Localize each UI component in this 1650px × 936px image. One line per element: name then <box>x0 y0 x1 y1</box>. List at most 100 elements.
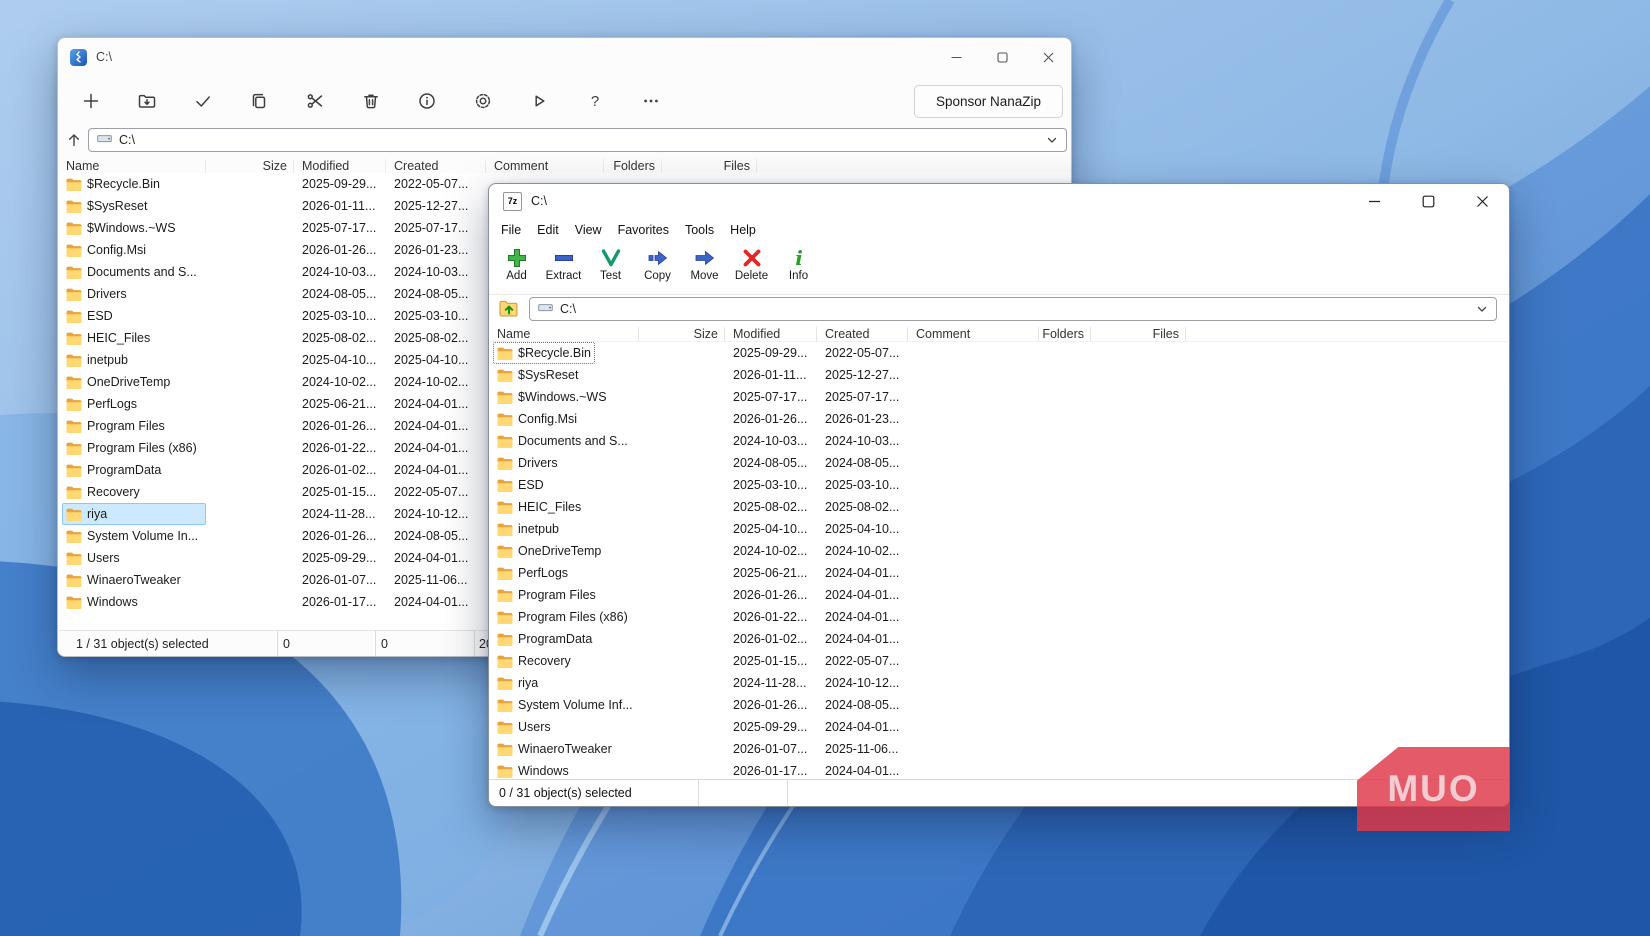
column-header-folders[interactable]: Folders <box>604 159 662 173</box>
info-button[interactable]: i Info <box>775 244 822 284</box>
file-row[interactable]: PerfLogs 2025-06-21... 2024-04-01... <box>489 562 1509 584</box>
column-header-modified[interactable]: Modified <box>294 159 386 173</box>
chevron-down-icon[interactable] <box>1046 134 1058 146</box>
folder-icon <box>66 596 82 609</box>
extract-minus-icon <box>553 246 575 270</box>
file-row[interactable]: $Recycle.Bin 2025-09-29... 2022-05-07... <box>489 342 1509 364</box>
address-bar[interactable]: C:\ <box>529 297 1497 321</box>
extract-folder-icon <box>137 91 157 111</box>
address-bar[interactable]: C:\ <box>88 128 1067 152</box>
column-header-name[interactable]: Name <box>489 327 639 341</box>
file-row[interactable]: WinaeroTweaker 2026-01-07... 2025-11-06.… <box>489 738 1509 760</box>
column-header-comment[interactable]: Comment <box>908 327 1039 341</box>
file-name: WinaeroTweaker <box>87 573 181 587</box>
chevron-down-icon[interactable] <box>1476 303 1488 315</box>
file-row[interactable]: OneDriveTemp 2024-10-02... 2024-10-02... <box>489 540 1509 562</box>
parent-folder-button[interactable] <box>495 297 523 321</box>
folder-icon <box>497 699 513 712</box>
file-row[interactable]: Documents and S... 2024-10-03... 2024-10… <box>489 430 1509 452</box>
nanazip-titlebar[interactable]: C:\ <box>58 38 1071 76</box>
folder-icon <box>497 765 513 778</box>
menu-tools[interactable]: Tools <box>677 218 722 241</box>
options-button[interactable] <box>455 82 511 120</box>
file-row[interactable]: $Windows.~WS 2025-07-17... 2025-07-17... <box>489 386 1509 408</box>
column-header-files[interactable]: Files <box>1091 327 1186 341</box>
file-created: 2025-11-06... <box>817 742 908 756</box>
menu-favorites[interactable]: Favorites <box>610 218 677 241</box>
file-row[interactable]: $SysReset 2026-01-11... 2025-12-27... <box>489 364 1509 386</box>
column-header-files[interactable]: Files <box>662 159 757 173</box>
file-row[interactable]: System Volume Inf... 2026-01-26... 2024-… <box>489 694 1509 716</box>
file-created: 2024-04-01... <box>386 595 486 609</box>
move-button[interactable]: Move <box>681 244 728 284</box>
maximize-button[interactable] <box>1401 184 1455 218</box>
file-modified: 2026-01-26... <box>725 698 817 712</box>
delete-button[interactable]: Delete <box>728 244 775 284</box>
sponsor-button[interactable]: Sponsor NanaZip <box>914 85 1063 118</box>
copy-button[interactable] <box>231 82 287 120</box>
column-header-folders[interactable]: Folders <box>1039 327 1091 341</box>
up-button[interactable] <box>60 128 88 152</box>
file-row[interactable]: ESD 2025-03-10... 2025-03-10... <box>489 474 1509 496</box>
file-modified: 2026-01-07... <box>725 742 817 756</box>
minimize-button[interactable] <box>1347 184 1401 218</box>
file-row[interactable]: Drivers 2024-08-05... 2024-08-05... <box>489 452 1509 474</box>
move-button[interactable] <box>287 82 343 120</box>
file-row[interactable]: ProgramData 2026-01-02... 2024-04-01... <box>489 628 1509 650</box>
menu-help[interactable]: Help <box>722 218 764 241</box>
column-header-modified[interactable]: Modified <box>725 327 817 341</box>
column-header-size[interactable]: Size <box>206 159 294 173</box>
sevenzip-titlebar[interactable]: 7z C:\ <box>489 184 1509 218</box>
file-name: System Volume Inf... <box>518 698 633 712</box>
menu-edit[interactable]: Edit <box>529 218 567 241</box>
close-button[interactable] <box>1455 184 1509 218</box>
test-check-icon <box>600 246 622 270</box>
benchmark-button[interactable] <box>511 82 567 120</box>
file-row[interactable]: Windows 2026-01-17... 2024-04-01... <box>489 760 1509 779</box>
menu-file[interactable]: File <box>493 218 529 241</box>
folder-icon <box>497 545 513 558</box>
copy-button[interactable]: Copy <box>634 244 681 284</box>
file-row[interactable]: Recovery 2025-01-15... 2022-05-07... <box>489 650 1509 672</box>
test-button[interactable] <box>175 82 231 120</box>
folder-icon <box>66 530 82 543</box>
file-row[interactable]: Program Files 2026-01-26... 2024-04-01..… <box>489 584 1509 606</box>
file-row[interactable]: Program Files (x86) 2026-01-22... 2024-0… <box>489 606 1509 628</box>
file-created: 2025-08-02... <box>817 500 908 514</box>
column-header-created[interactable]: Created <box>386 159 486 173</box>
folder-icon <box>497 523 513 536</box>
file-created: 2026-01-23... <box>386 243 486 257</box>
file-created: 2022-05-07... <box>386 485 486 499</box>
address-text: C:\ <box>119 133 135 147</box>
close-button[interactable] <box>1025 38 1071 76</box>
more-button[interactable] <box>623 82 679 120</box>
test-button[interactable]: Test <box>587 244 634 284</box>
column-header-size[interactable]: Size <box>639 327 725 341</box>
file-row[interactable]: riya 2024-11-28... 2024-10-12... <box>489 672 1509 694</box>
file-row[interactable]: Users 2025-09-29... 2024-04-01... <box>489 716 1509 738</box>
extract-button[interactable] <box>119 82 175 120</box>
add-button[interactable] <box>63 82 119 120</box>
info-i-icon: i <box>788 246 810 270</box>
file-row[interactable]: Config.Msi 2026-01-26... 2026-01-23... <box>489 408 1509 430</box>
file-modified: 2025-03-10... <box>294 309 386 323</box>
folder-icon <box>497 435 513 448</box>
column-header-comment[interactable]: Comment <box>486 159 604 173</box>
extract-button[interactable]: Extract <box>540 244 587 284</box>
file-row[interactable]: HEIC_Files 2025-08-02... 2025-08-02... <box>489 496 1509 518</box>
column-header-name[interactable]: Name <box>58 159 206 173</box>
menu-view[interactable]: View <box>567 218 610 241</box>
help-button[interactable]: ? <box>567 82 623 120</box>
file-modified: 2026-01-22... <box>725 610 817 624</box>
add-button[interactable]: Add <box>493 244 540 284</box>
file-row[interactable]: inetpub 2025-04-10... 2025-04-10... <box>489 518 1509 540</box>
delete-button[interactable] <box>343 82 399 120</box>
minimize-button[interactable] <box>933 38 979 76</box>
ellipsis-icon <box>641 91 661 111</box>
nanazip-column-headers: Name Size Modified Created Comment Folde… <box>58 159 1071 173</box>
file-modified: 2026-01-22... <box>294 441 386 455</box>
info-button[interactable] <box>399 82 455 120</box>
maximize-button[interactable] <box>979 38 1025 76</box>
file-modified: 2025-09-29... <box>294 551 386 565</box>
column-header-created[interactable]: Created <box>817 327 908 341</box>
